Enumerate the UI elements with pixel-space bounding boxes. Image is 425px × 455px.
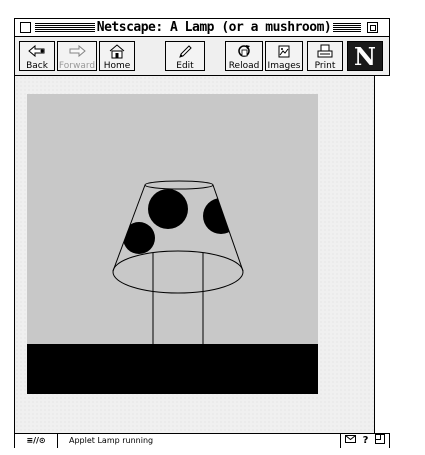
window-title: Netscape: A Lamp (or a mushroom) bbox=[95, 19, 333, 36]
edit-button[interactable]: Edit bbox=[165, 41, 205, 71]
grow-box-icon[interactable] bbox=[375, 433, 386, 449]
page-content bbox=[15, 76, 374, 433]
print-button[interactable]: Print bbox=[307, 41, 343, 71]
lamp-applet[interactable] bbox=[27, 94, 318, 394]
reload-label: Reload bbox=[228, 61, 260, 71]
pencil-icon bbox=[166, 43, 204, 61]
back-button[interactable]: Back bbox=[19, 41, 55, 71]
reload-button[interactable]: Reload bbox=[225, 41, 263, 71]
browser-window: Netscape: A Lamp (or a mushroom) Back Fo… bbox=[14, 18, 390, 448]
security-indicator[interactable]: ≡//⊙ bbox=[15, 434, 58, 448]
floor bbox=[27, 344, 318, 394]
close-box[interactable] bbox=[20, 22, 31, 33]
images-button[interactable]: Images bbox=[265, 41, 303, 71]
home-icon bbox=[100, 43, 134, 61]
images-label: Images bbox=[267, 61, 301, 71]
title-bar-stripes-right bbox=[333, 23, 361, 32]
back-arrow-icon bbox=[20, 43, 54, 61]
help-icon[interactable]: ? bbox=[363, 434, 369, 448]
edit-label: Edit bbox=[176, 61, 194, 71]
lamp-drawing bbox=[27, 94, 318, 394]
forward-button[interactable]: Forward bbox=[57, 41, 97, 71]
status-bar: ≡//⊙ Applet Lamp running ? bbox=[15, 433, 389, 448]
reload-icon bbox=[226, 43, 262, 61]
title-bar[interactable]: Netscape: A Lamp (or a mushroom) bbox=[15, 19, 389, 37]
zoom-box[interactable] bbox=[367, 22, 378, 33]
status-message: Applet Lamp running bbox=[69, 436, 154, 445]
back-label: Back bbox=[26, 61, 48, 71]
images-icon bbox=[266, 43, 302, 61]
netscape-logo[interactable]: N bbox=[347, 41, 383, 71]
toolbar: Back Forward Home Edit Reload Images Pri… bbox=[15, 37, 389, 76]
vertical-scrollbar[interactable] bbox=[374, 76, 390, 433]
status-icons: ? bbox=[340, 433, 389, 449]
forward-label: Forward bbox=[58, 61, 96, 71]
home-button[interactable]: Home bbox=[99, 41, 135, 71]
mail-icon[interactable] bbox=[344, 434, 356, 448]
home-label: Home bbox=[103, 61, 131, 71]
printer-icon bbox=[308, 43, 342, 61]
forward-arrow-icon bbox=[58, 43, 96, 61]
title-bar-stripes-left bbox=[35, 23, 95, 32]
print-label: Print bbox=[314, 61, 336, 71]
shade-spot-center bbox=[148, 189, 188, 229]
